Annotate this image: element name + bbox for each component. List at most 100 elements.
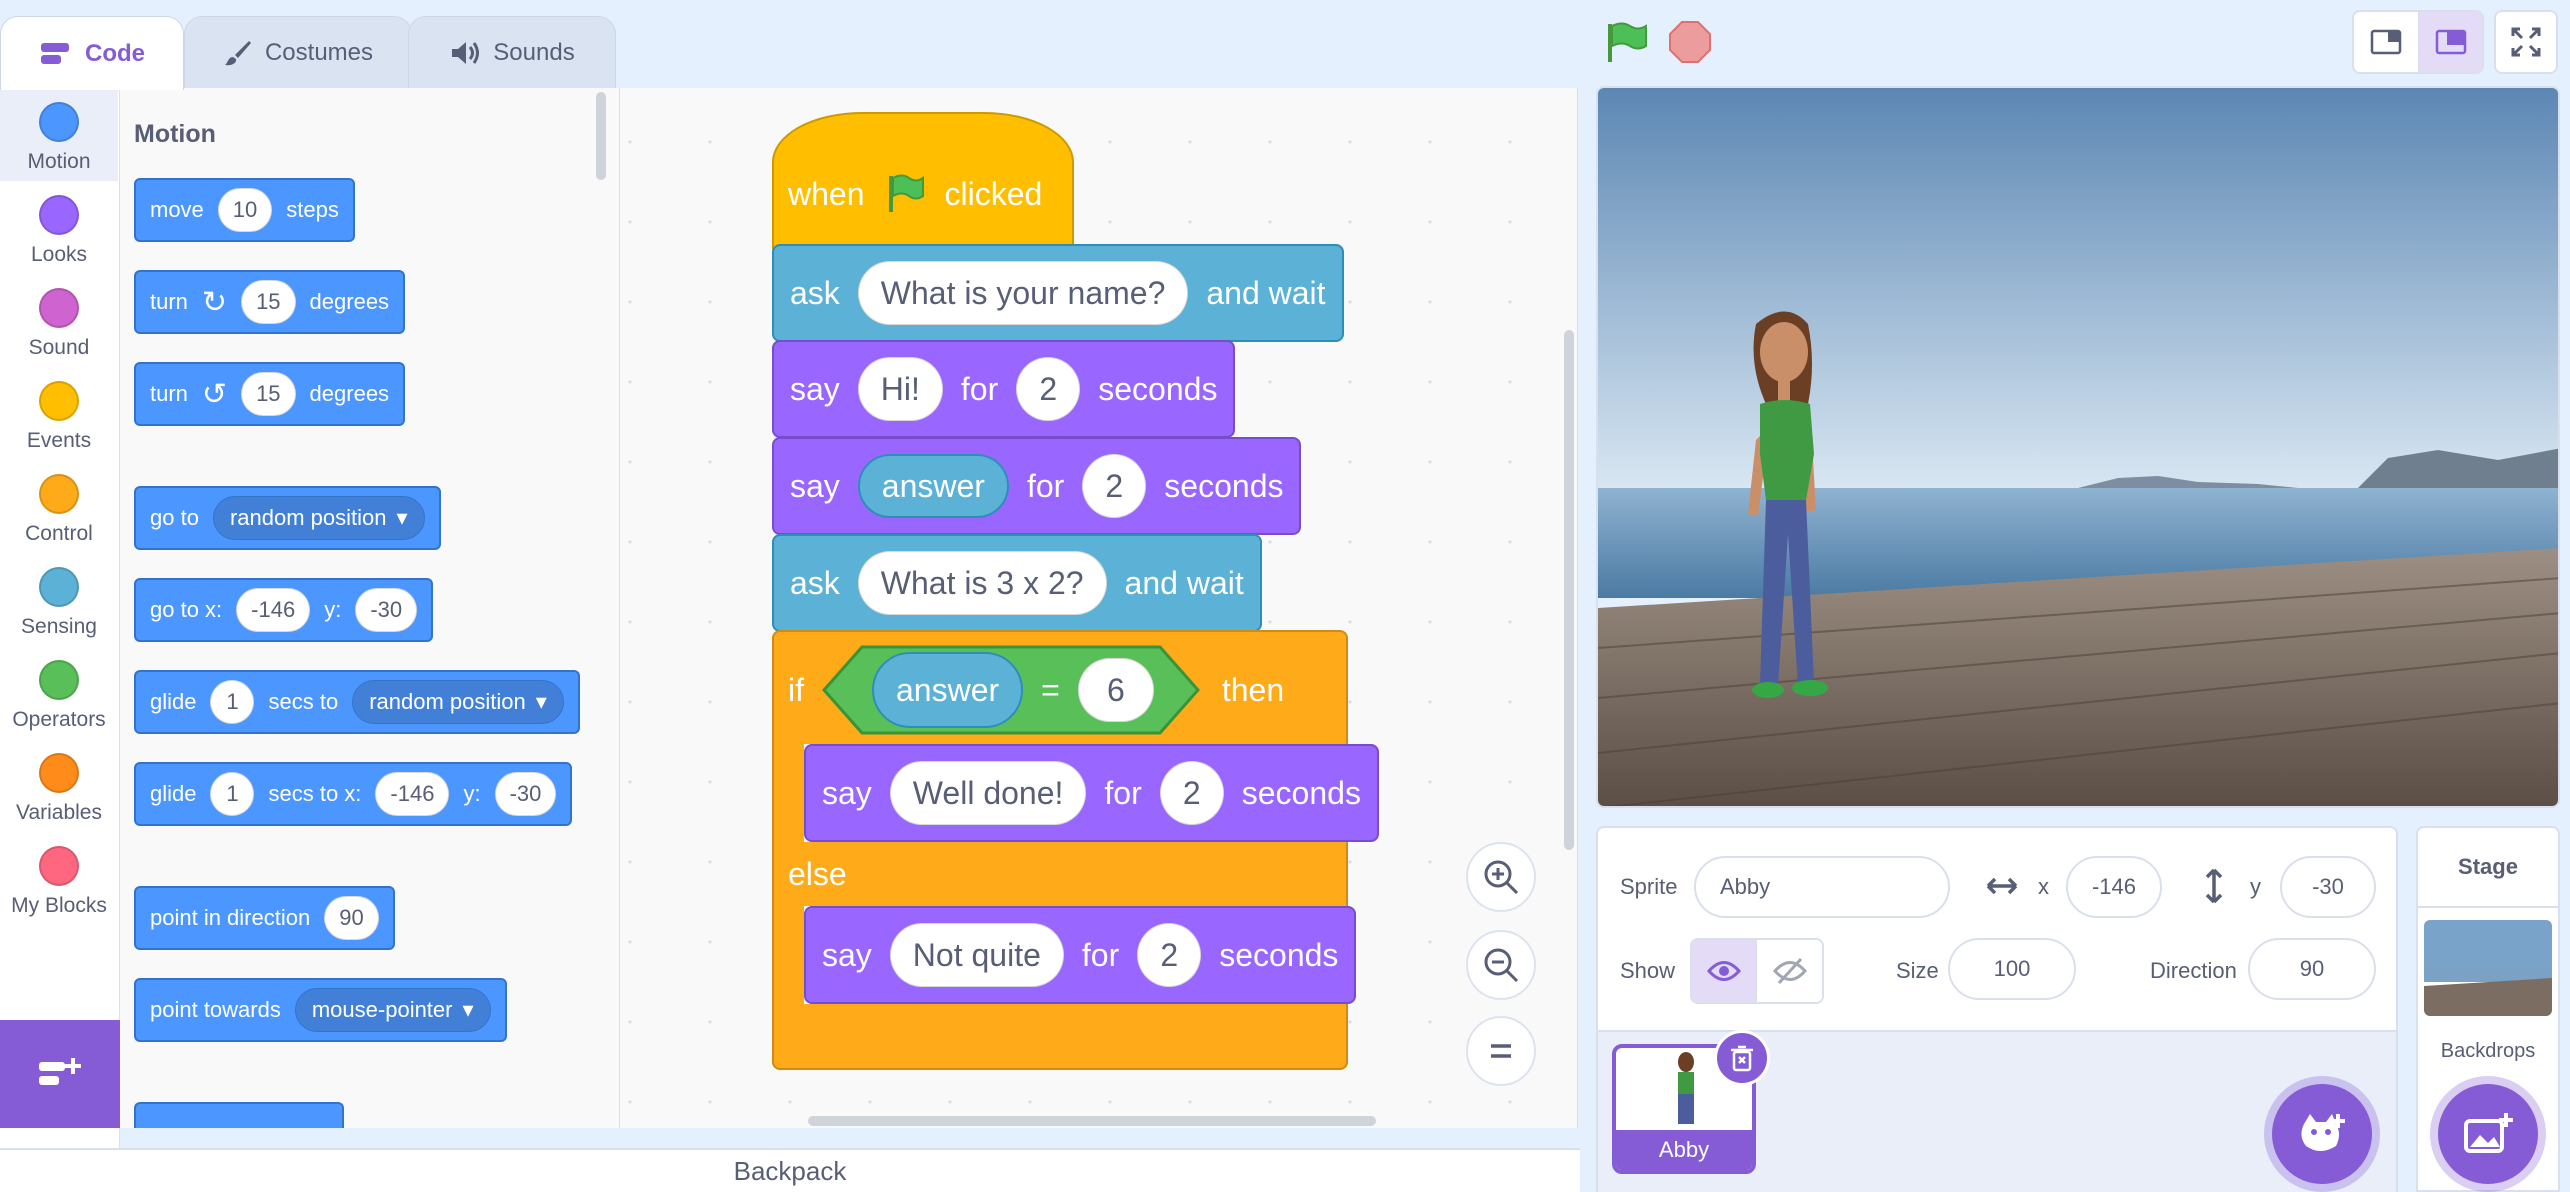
block-say-well-done[interactable]: say Well done! for 2 seconds — [804, 744, 1379, 842]
sprite-thumbnail — [1678, 1052, 1694, 1124]
category-dot-icon — [39, 195, 79, 235]
block-point-in-direction[interactable]: point in direction 90 — [134, 886, 395, 950]
secs-input[interactable]: 1 — [210, 680, 255, 724]
show-visible-button[interactable] — [1692, 940, 1758, 1002]
block-say-not-quite[interactable]: say Not quite for 2 seconds — [804, 906, 1357, 1004]
block-say-hi[interactable]: say Hi! for 2 seconds — [772, 340, 1236, 438]
block-text: y: — [463, 781, 481, 806]
sprite-name-field[interactable]: Abby — [1694, 856, 1950, 918]
workspace-vscrollbar[interactable] — [1564, 330, 1574, 850]
message-input[interactable]: Not quite — [889, 923, 1064, 987]
small-stage-icon — [2370, 29, 2402, 55]
block-text: degrees — [309, 381, 390, 406]
category-looks[interactable]: Looks — [0, 181, 118, 274]
stop-button[interactable] — [1666, 18, 1716, 68]
block-point-towards[interactable]: point towards mouse-pointer ▾ — [134, 978, 507, 1042]
zoom-in-button[interactable] — [1466, 842, 1536, 912]
y-position-field[interactable]: -30 — [2280, 856, 2376, 918]
large-stage-button[interactable] — [2417, 12, 2482, 72]
backdrop-thumbnail[interactable] — [2424, 920, 2552, 1016]
sprite-name-value: Abby — [1720, 874, 1771, 899]
block-ask-name[interactable]: ask What is your name? and wait — [772, 244, 1344, 342]
zoom-reset-button[interactable] — [1466, 1016, 1536, 1086]
code-icon — [41, 42, 69, 64]
abby-sprite[interactable] — [1716, 304, 1846, 724]
backpack-bar[interactable]: Backpack — [0, 1148, 1580, 1192]
small-stage-button[interactable] — [2354, 12, 2418, 72]
y-input[interactable]: -30 — [494, 772, 557, 816]
question-input[interactable]: What is 3 x 2? — [857, 551, 1107, 615]
direction-input[interactable]: 90 — [324, 896, 379, 940]
equals-operator[interactable]: answer = 6 — [822, 645, 1204, 735]
block-go-to[interactable]: go to random position ▾ — [134, 486, 441, 550]
category-motion[interactable]: Motion — [0, 88, 118, 181]
block-go-to-xy[interactable]: go to x: -146 y: -30 — [134, 578, 434, 642]
block-text: secs to x: — [268, 781, 362, 806]
choose-backdrop-button[interactable] — [2438, 1084, 2538, 1184]
seconds-input[interactable]: 2 — [1016, 357, 1081, 421]
block-glide-to-xy[interactable]: glide 1 secs to x: -146 y: -30 — [134, 762, 573, 826]
add-extension-button[interactable] — [0, 1020, 120, 1128]
size-label: Size — [1896, 958, 1939, 983]
large-stage-icon — [2435, 29, 2467, 55]
degrees-input[interactable]: 15 — [241, 280, 296, 324]
block-turn-left[interactable]: turn ↺ 15 degrees — [134, 362, 406, 426]
question-input[interactable]: What is your name? — [857, 261, 1189, 325]
tab-sounds[interactable]: Sounds — [408, 16, 616, 88]
block-partial[interactable] — [134, 1102, 344, 1128]
stage[interactable] — [1596, 86, 2560, 808]
towards-target-dropdown[interactable]: mouse-pointer ▾ — [294, 988, 491, 1032]
block-ask-math[interactable]: ask What is 3 x 2? and wait — [772, 534, 1262, 632]
block-text: if — [788, 671, 804, 708]
tab-code[interactable]: Code — [0, 16, 184, 90]
seconds-input[interactable]: 2 — [1137, 923, 1202, 987]
y-input[interactable]: -30 — [355, 588, 418, 632]
speaker-icon — [452, 41, 480, 64]
direction-field[interactable]: 90 — [2248, 938, 2376, 1000]
category-dot-icon — [39, 846, 79, 886]
degrees-input[interactable]: 15 — [241, 372, 296, 416]
answer-reporter[interactable]: answer — [872, 652, 1024, 728]
message-input[interactable]: Hi! — [857, 357, 943, 421]
category-label: My Blocks — [11, 894, 107, 917]
block-glide-to[interactable]: glide 1 secs to random position ▾ — [134, 670, 580, 734]
choose-sprite-button[interactable] — [2272, 1084, 2372, 1184]
block-say-answer[interactable]: say answer for 2 seconds — [772, 437, 1302, 535]
glide-target-dropdown[interactable]: random position ▾ — [352, 680, 564, 724]
category-label: Variables — [16, 801, 102, 824]
delete-sprite-button[interactable] — [1714, 1030, 1770, 1086]
category-events[interactable]: Events — [0, 367, 118, 460]
brush-icon — [224, 40, 251, 65]
dropdown-value: random position — [369, 689, 526, 714]
compare-value-input[interactable]: 6 — [1077, 658, 1154, 722]
block-turn-right[interactable]: turn ↻ 15 degrees — [134, 270, 406, 334]
green-flag-button[interactable] — [1600, 18, 1656, 68]
category-sound[interactable]: Sound — [0, 274, 118, 367]
backdrop-add-icon — [2464, 1113, 2513, 1153]
x-input[interactable]: -146 — [375, 772, 450, 816]
category-control[interactable]: Control — [0, 460, 118, 553]
category-operators[interactable]: Operators — [0, 646, 118, 739]
seconds-input[interactable]: 2 — [1159, 761, 1224, 825]
secs-input[interactable]: 1 — [210, 772, 255, 816]
show-hidden-button[interactable] — [1757, 940, 1822, 1002]
message-input[interactable]: Well done! — [889, 761, 1087, 825]
answer-reporter[interactable]: answer — [857, 454, 1009, 518]
size-field[interactable]: 100 — [1948, 938, 2076, 1000]
zoom-out-button[interactable] — [1466, 930, 1536, 1000]
show-toggle — [1690, 938, 1824, 1004]
tab-costumes[interactable]: Costumes — [184, 16, 412, 88]
seconds-input[interactable]: 2 — [1082, 454, 1147, 518]
goto-target-dropdown[interactable]: random position ▾ — [212, 496, 425, 540]
palette-scrollbar[interactable] — [596, 92, 606, 180]
category-my-blocks[interactable]: My Blocks — [0, 832, 118, 925]
category-sensing[interactable]: Sensing — [0, 553, 118, 646]
workspace-hscrollbar[interactable] — [808, 1116, 1376, 1126]
stop-icon — [1669, 21, 1711, 63]
fullscreen-button[interactable] — [2494, 10, 2558, 74]
x-input[interactable]: -146 — [236, 588, 311, 632]
block-move-steps[interactable]: move 10 steps — [134, 178, 355, 242]
category-variables[interactable]: Variables — [0, 739, 118, 832]
steps-input[interactable]: 10 — [217, 188, 273, 232]
x-position-field[interactable]: -146 — [2066, 856, 2162, 918]
